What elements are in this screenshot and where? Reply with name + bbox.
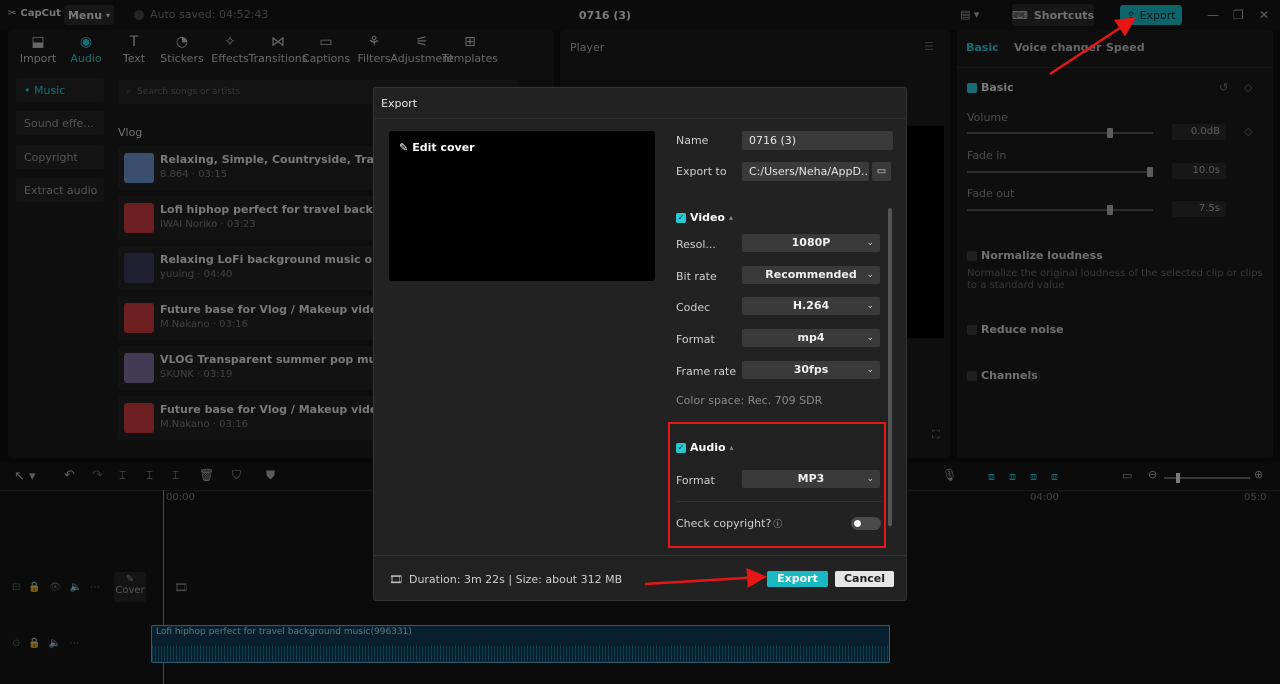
arrow-to-top-export	[1049, 17, 1137, 76]
annotation-arrows	[644, 17, 1137, 588]
arrow-to-export-button	[644, 567, 767, 588]
